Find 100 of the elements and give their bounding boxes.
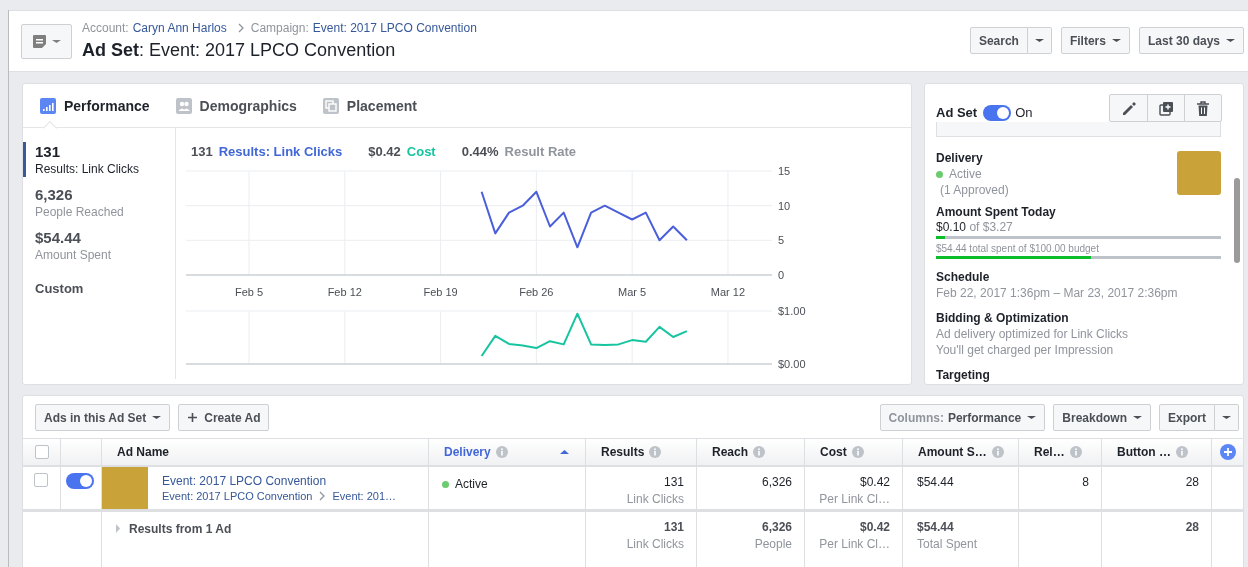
- view-menu-button[interactable]: [21, 24, 72, 59]
- panel-title: Ad Set: [936, 105, 978, 120]
- column-header[interactable]: [61, 439, 102, 467]
- table-cell-text: 131: [662, 475, 684, 489]
- y-axis-label: $1.00: [778, 305, 806, 317]
- cell-caption: Total Spent: [917, 537, 979, 551]
- filters-button[interactable]: Filters: [1060, 27, 1130, 54]
- caret-icon: [1027, 415, 1037, 420]
- table-cell-text: $54.44: [917, 520, 955, 534]
- photo-placeholder: [1177, 151, 1221, 195]
- breadcrumb-link[interactable]: Event: 2017 LPCO Convention: [162, 490, 313, 502]
- caret-icon: [52, 39, 61, 44]
- spend-amount: $0.10 of $3.27: [936, 220, 1014, 234]
- section-text: Ad delivery optimized for Link Clicks: [936, 327, 1130, 341]
- dropdown-button[interactable]: [1215, 404, 1239, 431]
- metric-item[interactable]: 6,326 People Reached: [23, 185, 175, 220]
- search-button[interactable]: Search: [969, 27, 1028, 54]
- breadcrumb-link[interactable]: Caryn Ann Harlos: [132, 21, 227, 35]
- caret-icon: [1034, 38, 1044, 43]
- cell-caption: People: [753, 537, 792, 551]
- create-ad-button[interactable]: Create Ad: [178, 404, 270, 431]
- info-icon: [495, 446, 508, 458]
- ads-filter-button[interactable]: Ads in this Ad Set: [35, 404, 171, 431]
- table-cell-text: 131: [662, 520, 684, 534]
- summary-metric: $0.42 Cost: [368, 144, 436, 159]
- info-icon: [753, 446, 766, 458]
- caret-icon: [1133, 415, 1142, 420]
- custom-label[interactable]: Custom: [35, 281, 175, 296]
- table-cell-text: 8: [1081, 475, 1089, 489]
- table-cell-text: 6,326: [760, 520, 792, 534]
- bar-chart-icon: [40, 97, 56, 114]
- y-axis-label: 15: [778, 165, 791, 177]
- y-axis-label: $0.00: [778, 358, 806, 370]
- breadcrumb-link[interactable]: Event: 2017 LPCO Convention: [312, 21, 477, 35]
- table-cell-text: $0.42: [858, 475, 890, 489]
- status-dot-icon: [936, 170, 943, 178]
- tab[interactable]: Placement: [322, 84, 417, 127]
- section-heading: Bidding & Optimization: [936, 311, 1070, 325]
- info-icon: [649, 446, 662, 458]
- info-icon: [1176, 446, 1188, 458]
- duplicate-icon: [1158, 100, 1174, 116]
- metric-item[interactable]: 131 Results: Link Clicks: [23, 142, 175, 177]
- column-header[interactable]: Cost: [805, 439, 903, 467]
- breakdown-button[interactable]: Breakdown: [1053, 404, 1151, 431]
- table-cell-text: 28: [1184, 520, 1199, 534]
- cell-caption: Link Clicks: [625, 492, 684, 506]
- chevron-icon: [236, 23, 245, 33]
- checkbox[interactable]: [33, 473, 48, 487]
- column-header[interactable]: Ad Name: [102, 439, 429, 467]
- pencil-icon: [1121, 100, 1136, 116]
- column-header[interactable]: Button …: [1102, 439, 1212, 467]
- scrollbar[interactable]: [1234, 178, 1240, 263]
- y-axis-label: 10: [778, 199, 791, 212]
- caret-icon: [1111, 38, 1121, 43]
- expand-arrow-icon: [115, 524, 121, 533]
- y-axis-label: 5: [778, 234, 785, 247]
- dropdown-button[interactable]: [1027, 27, 1052, 54]
- column-header[interactable]: Delivery: [429, 439, 586, 467]
- export-button[interactable]: Export: [1159, 404, 1215, 431]
- breadcrumb-label: Campaign:: [250, 21, 309, 35]
- caret-icon: [152, 415, 162, 420]
- table-cell-text: 6,326: [760, 475, 792, 489]
- x-axis-label: Feb 19: [423, 286, 458, 298]
- metric-item[interactable]: $54.44 Amount Spent: [23, 228, 175, 263]
- summary-metric: 0.44% Result Rate: [461, 144, 577, 159]
- tab[interactable]: Demographics: [175, 84, 297, 127]
- column-header[interactable]: Results: [586, 439, 697, 467]
- table-cell-text: 28: [1184, 475, 1199, 489]
- section-heading: Targeting: [936, 368, 991, 382]
- x-axis-label: Mar 5: [618, 286, 647, 298]
- people-icon: [175, 97, 192, 114]
- column-header[interactable]: [23, 439, 61, 467]
- cell-caption: Link Clicks: [625, 537, 684, 551]
- columns-button[interactable]: Columns: Performance: [879, 404, 1046, 431]
- toggle-label: On: [1015, 105, 1033, 120]
- x-axis-label: Feb 5: [234, 286, 264, 298]
- status-dot-icon: [442, 480, 449, 488]
- column-header[interactable]: Rel…: [1019, 439, 1102, 467]
- toggle-switch[interactable]: [66, 473, 94, 489]
- photo-placeholder: [102, 467, 148, 509]
- breadcrumb-link[interactable]: Event: 201…: [332, 490, 397, 502]
- column-header[interactable]: Reach: [697, 439, 805, 467]
- plus-icon: [187, 412, 199, 423]
- document-icon: [32, 34, 47, 49]
- y-axis-label: 0: [778, 269, 785, 281]
- section-text: You'll get charged per Impression: [936, 343, 1115, 357]
- checkbox[interactable]: [34, 445, 49, 459]
- ad-name-link[interactable]: Event: 2017 LPCO Convention: [162, 474, 397, 488]
- squares-icon: [322, 97, 339, 114]
- cell-caption: Per Link Cl…: [818, 492, 890, 506]
- field-stub[interactable]: [936, 122, 1221, 137]
- sort-arrow-icon: [560, 449, 569, 455]
- summary-row-label[interactable]: Results from 1 Ad: [129, 522, 232, 536]
- section-heading: Schedule: [936, 270, 991, 284]
- add-column-icon: [1219, 444, 1236, 460]
- date-range-button[interactable]: Last 30 days: [1138, 27, 1244, 54]
- section-heading: Amount Spent Today: [936, 205, 1057, 219]
- chevron-icon: [318, 491, 327, 501]
- toggle-switch[interactable]: [983, 104, 1012, 121]
- column-header[interactable]: Amount S…: [903, 439, 1019, 467]
